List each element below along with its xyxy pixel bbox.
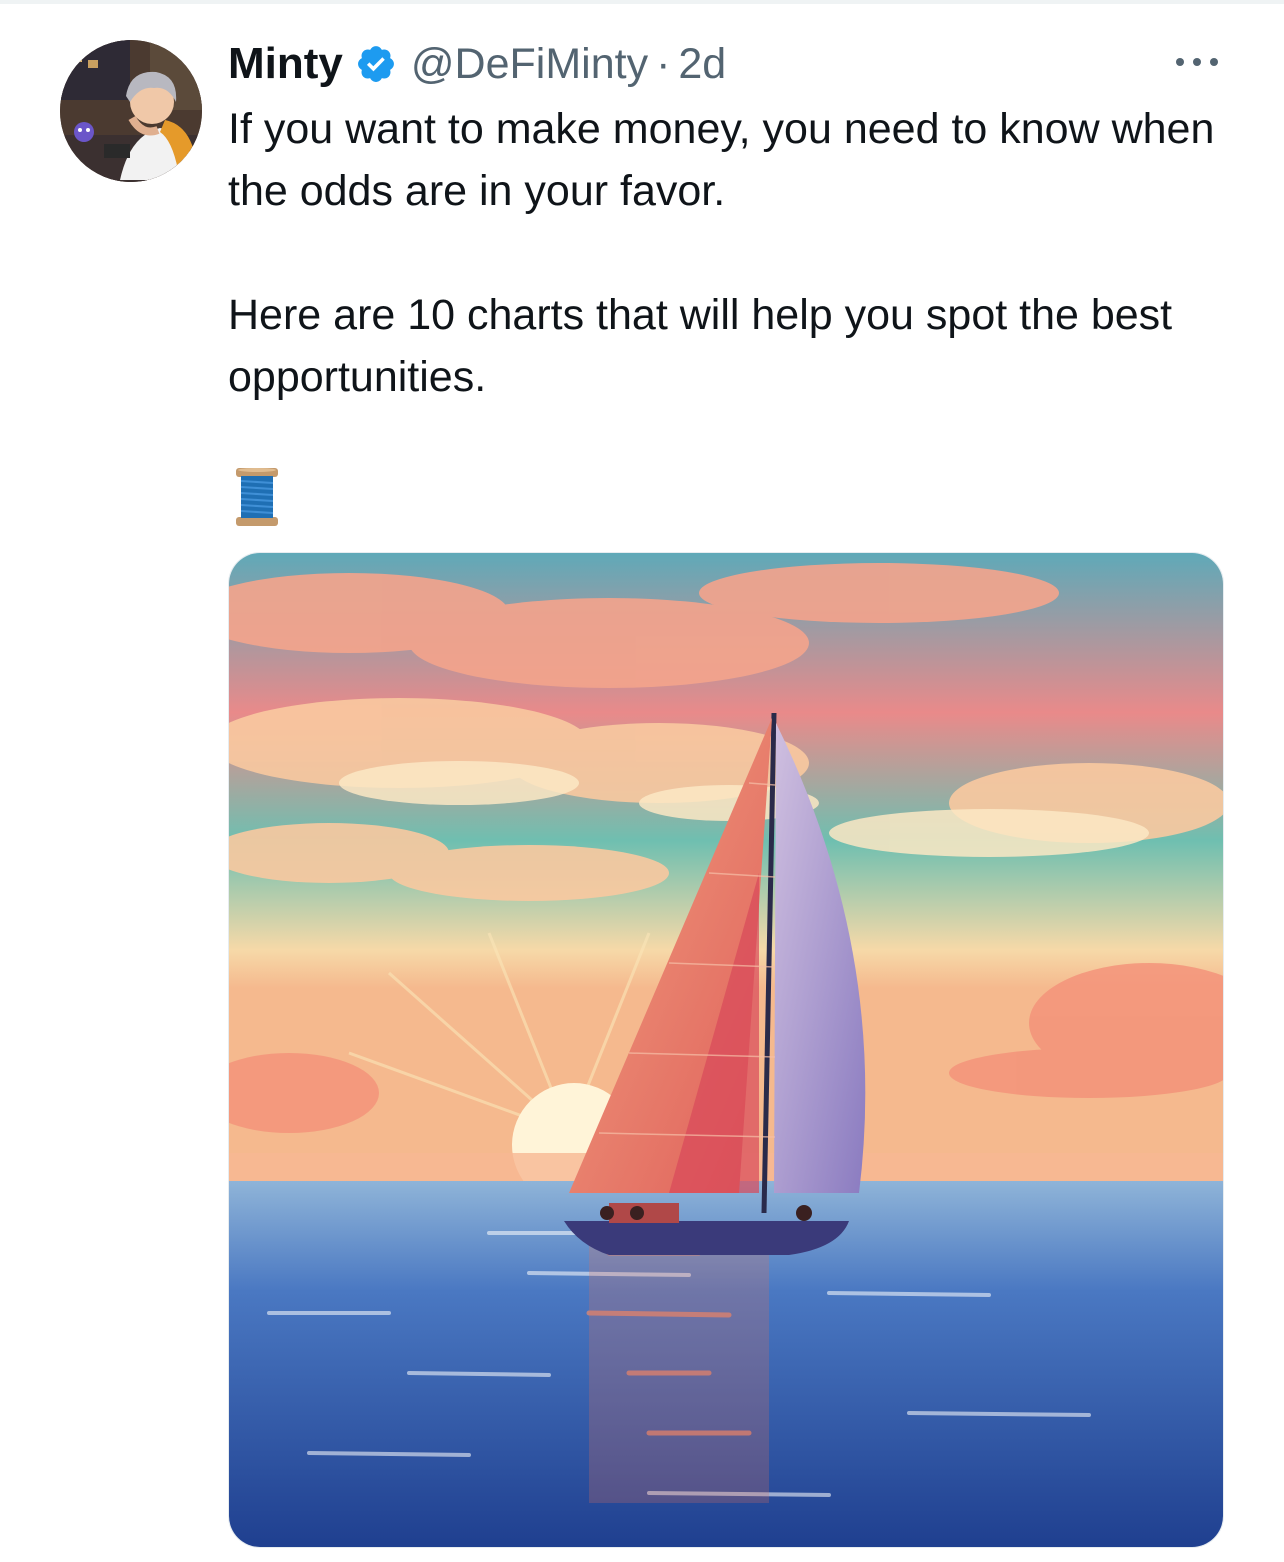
tweet-text-paragraph-2: Here are 10 charts that will help you sp… <box>228 291 1173 401</box>
avatar-illustration <box>60 40 202 182</box>
tweet-header: Minty @DeFiMinty · 2d <box>228 34 726 94</box>
header-separator: · <box>656 39 671 88</box>
tweet-media-image[interactable] <box>228 552 1224 1548</box>
display-name[interactable]: Minty <box>228 39 343 89</box>
tweet-timestamp[interactable]: 2d <box>678 40 726 89</box>
avatar[interactable] <box>60 40 202 182</box>
verified-badge-icon[interactable] <box>355 43 397 85</box>
spool-of-thread-icon <box>234 466 280 528</box>
author-handle[interactable]: @DeFiMinty <box>411 40 648 89</box>
sailboat-sunset-illustration <box>229 553 1223 1547</box>
more-options-icon[interactable] <box>1172 52 1222 72</box>
tweet-text-paragraph-1: If you want to make money, you need to k… <box>228 105 1215 215</box>
top-divider <box>0 0 1284 4</box>
